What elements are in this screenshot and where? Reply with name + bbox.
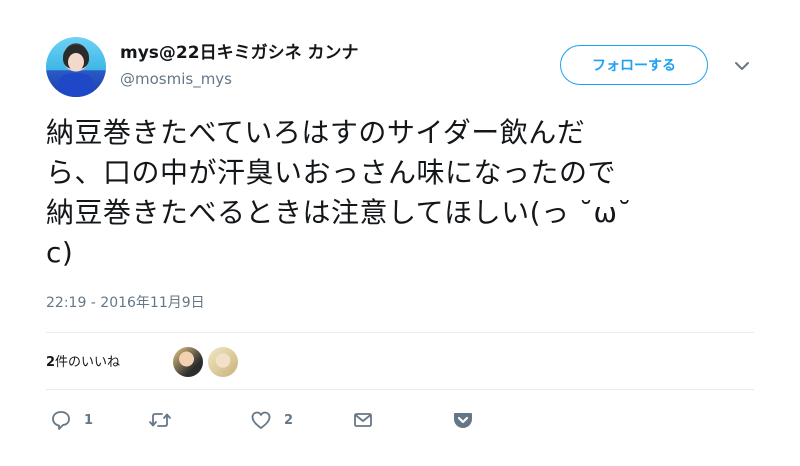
divider [46,389,754,390]
profile-avatar[interactable] [46,37,106,97]
avatar-dress [58,73,94,97]
user-handle[interactable]: @mosmis_mys [120,70,232,88]
follow-button[interactable]: フォローする [560,45,708,85]
tweet-timestamp[interactable]: 22:19 - 2016年11月9日 [46,292,205,312]
direct-message-button[interactable] [352,408,374,432]
likes-count: 2 [46,355,56,370]
reply-button[interactable]: 1 [50,408,93,432]
tweet-line: c) [46,236,74,269]
mail-icon [352,409,374,431]
tweet-line: 納豆巻きたべるときは注意してほしい(っ ˘ω˘ [46,196,632,229]
tweet-line: ら、口の中が汗臭いおっさん味になったので [46,156,617,189]
avatar-face [68,53,84,71]
reply-count: 1 [84,412,94,428]
divider [46,332,754,333]
tweet-text: 納豆巻きたべていろはすのサイダー飲んだ ら、口の中が汗臭いおっさん味になったので… [46,113,756,273]
liker-avatar[interactable] [173,347,203,377]
like-count: 2 [284,412,294,428]
liker-avatar[interactable] [208,347,238,377]
chevron-down-icon[interactable] [733,58,751,72]
tweet-line: 納豆巻きたべていろはすのサイダー飲んだ [46,116,586,149]
pocket-button[interactable] [452,408,474,432]
likes-summary[interactable]: 2件のいいね [46,351,120,370]
heart-icon [250,409,272,431]
like-button[interactable]: 2 [250,408,293,432]
display-name[interactable]: mys@22日キミガシネ カンナ [120,38,359,63]
retweet-button[interactable] [148,408,184,432]
retweet-icon [148,409,172,431]
follow-button-label: フォローする [592,58,676,74]
reply-icon [50,409,72,431]
pocket-icon [452,409,474,431]
likes-suffix: 件のいいね [55,355,121,370]
